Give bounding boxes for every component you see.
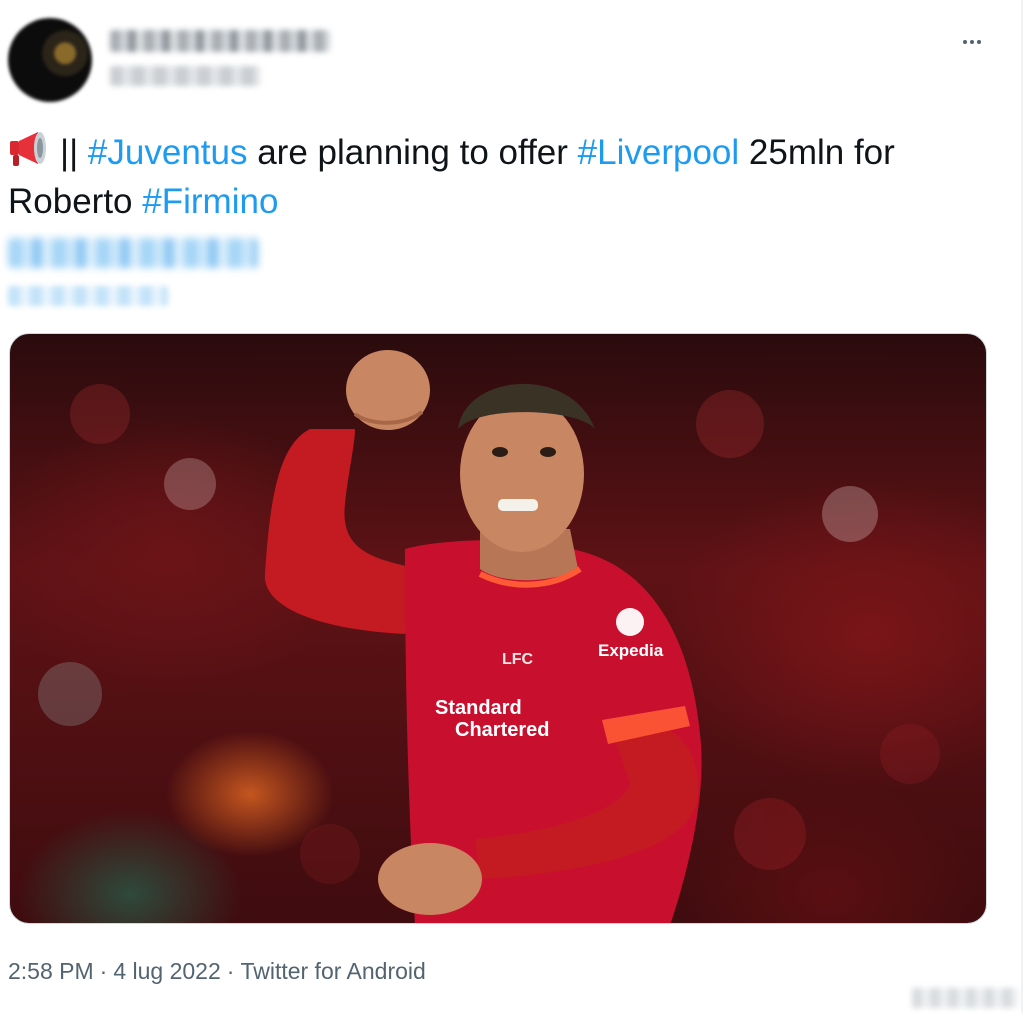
tweet-source[interactable]: Twitter for Android — [240, 958, 425, 984]
tweet-card: || #Juventus are planning to offer #Live… — [0, 0, 1023, 1013]
redacted-username[interactable] — [110, 66, 260, 86]
tweet-time[interactable]: 2:58 PM — [8, 958, 94, 984]
more-options-button[interactable] — [954, 30, 990, 54]
redacted-link[interactable] — [8, 238, 258, 268]
tweet-text: || #Juventus are planning to offer #Live… — [8, 128, 998, 226]
hashtag-firmino[interactable]: #Firmino — [142, 182, 278, 221]
head — [460, 396, 584, 552]
hashtag-liverpool[interactable]: #Liverpool — [578, 133, 740, 172]
sponsor-line-2: Chartered — [455, 719, 549, 741]
tweet-metadata: 2:58 PM · 4 lug 2022 · Twitter for Android — [8, 958, 426, 985]
player-illustration: LFC Standard Chartered Expedia — [38, 350, 940, 923]
hand — [378, 843, 482, 915]
tweet-text-part: || — [60, 133, 79, 172]
tweet-text-part: are planning to offer — [257, 133, 568, 172]
more-dot — [977, 40, 981, 44]
tweet-photo[interactable]: LFC Standard Chartered Expedia — [9, 333, 987, 924]
sponsor-line-1: Standard — [435, 697, 522, 719]
crest-text: LFC — [502, 651, 534, 668]
sleeve-sponsor: Expedia — [598, 641, 664, 660]
redacted-display-name[interactable] — [110, 30, 330, 52]
avatar[interactable] — [8, 18, 92, 102]
more-dot — [970, 40, 974, 44]
meta-separator: · — [99, 958, 108, 984]
hashtag-juventus[interactable]: #Juventus — [88, 133, 248, 172]
tweet-date[interactable]: 4 lug 2022 — [113, 958, 220, 984]
redacted-watermark — [912, 988, 1018, 1008]
meta-separator: · — [226, 958, 235, 984]
raised-arm — [264, 429, 420, 634]
more-horizontal-icon — [963, 40, 967, 44]
redacted-translate-link[interactable] — [8, 286, 168, 306]
megaphone-icon — [10, 132, 46, 166]
